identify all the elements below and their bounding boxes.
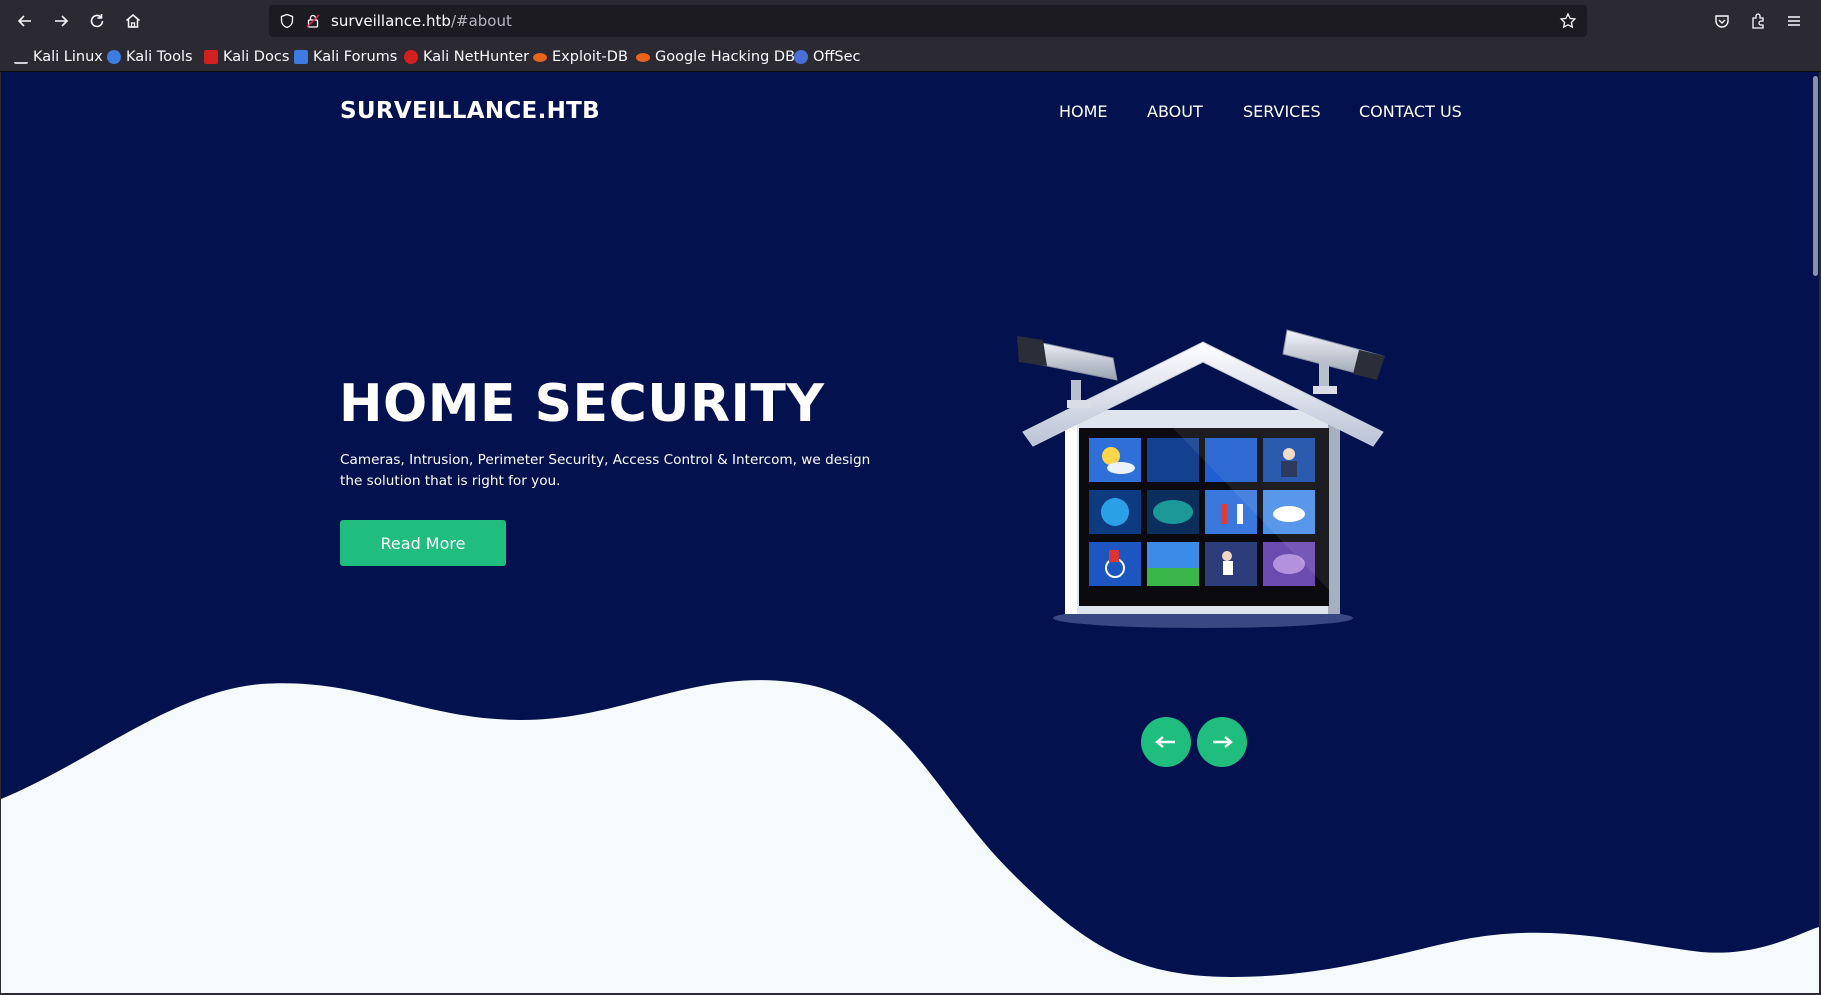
bookmark-kali-nethunter[interactable]: Kali NetHunter xyxy=(404,47,529,67)
arrow-left-icon xyxy=(1155,736,1175,748)
bookmark-label: Google Hacking DB xyxy=(655,49,796,65)
page-viewport: SURVEILLANCE.HTB HOME ABOUT SERVICES CON… xyxy=(1,72,1819,993)
bookmark-exploit-db[interactable]: Exploit-DB xyxy=(533,47,628,67)
bookmark-label: Exploit-DB xyxy=(552,49,628,65)
slider-next-button[interactable] xyxy=(1197,717,1247,767)
hero-title: HOME SECURITY xyxy=(339,374,825,434)
kali-linux-icon xyxy=(14,50,28,64)
reload-button[interactable] xyxy=(83,7,111,35)
extensions-icon[interactable] xyxy=(1746,9,1770,33)
page-scrollbar[interactable] xyxy=(1811,72,1819,993)
pocket-icon[interactable] xyxy=(1710,9,1734,33)
menu-icon[interactable] xyxy=(1782,9,1806,33)
reload-icon xyxy=(90,14,104,28)
bookmark-label: Kali Forums xyxy=(313,49,398,65)
star-icon[interactable] xyxy=(1559,12,1577,30)
hero-description: Cameras, Intrusion, Perimeter Security, … xyxy=(340,452,871,489)
kali-forums-icon xyxy=(294,50,308,64)
bookmark-kali-tools[interactable]: Kali Tools xyxy=(107,47,193,67)
url-text[interactable]: surveillance.htb/#about xyxy=(331,12,512,30)
bookmark-kali-linux[interactable]: Kali Linux xyxy=(14,47,103,67)
site-brand[interactable]: SURVEILLANCE.HTB xyxy=(340,98,600,124)
security-camera-right xyxy=(1282,329,1385,394)
google-hacking-db-icon xyxy=(636,52,650,62)
bookmark-label: Kali Linux xyxy=(33,49,103,65)
arrow-left-icon xyxy=(17,15,31,27)
scrollbar-thumb[interactable] xyxy=(1813,76,1818,276)
kali-docs-icon xyxy=(204,50,218,64)
kali-nethunter-icon xyxy=(404,50,418,64)
shield-icon[interactable] xyxy=(279,13,295,29)
nav-services[interactable]: SERVICES xyxy=(1243,102,1321,121)
hero-background xyxy=(1,72,1819,993)
back-button[interactable] xyxy=(11,7,39,35)
exploit-db-icon xyxy=(533,52,547,62)
bookmark-kali-docs[interactable]: Kali Docs xyxy=(204,47,289,67)
bookmark-label: Kali Docs xyxy=(223,49,290,65)
home-security-illustration xyxy=(1017,329,1385,628)
bookmark-kali-forums[interactable]: Kali Forums xyxy=(294,47,397,67)
address-bar[interactable]: surveillance.htb/#about xyxy=(269,5,1587,37)
nav-contact-us[interactable]: CONTACT US xyxy=(1359,102,1462,121)
lock-icon[interactable] xyxy=(305,13,321,29)
bookmarks-bar: Kali Linux Kali Tools Kali Docs Kali For… xyxy=(0,42,1821,72)
arrow-right-icon xyxy=(55,15,69,27)
nav-home[interactable]: HOME xyxy=(1059,102,1108,121)
offsec-icon xyxy=(794,50,808,64)
slider-prev-button[interactable] xyxy=(1141,717,1191,767)
forward-button[interactable] xyxy=(47,7,75,35)
home-icon xyxy=(126,14,140,28)
bookmark-label: Kali Tools xyxy=(126,49,193,65)
kali-tools-icon xyxy=(107,50,121,64)
url-path: /#about xyxy=(450,12,512,30)
arrow-right-icon xyxy=(1213,736,1233,748)
url-host: surveillance.htb xyxy=(331,12,451,30)
nav-about[interactable]: ABOUT xyxy=(1147,102,1203,121)
bookmark-label: Kali NetHunter xyxy=(423,49,530,65)
home-button[interactable] xyxy=(119,7,147,35)
browser-toolbar: surveillance.htb/#about xyxy=(0,0,1821,42)
bookmark-offsec[interactable]: OffSec xyxy=(794,47,861,67)
read-more-button[interactable]: Read More xyxy=(340,520,506,566)
bookmark-google-hacking-db[interactable]: Google Hacking DB xyxy=(636,47,795,67)
bookmark-label: OffSec xyxy=(813,49,861,65)
